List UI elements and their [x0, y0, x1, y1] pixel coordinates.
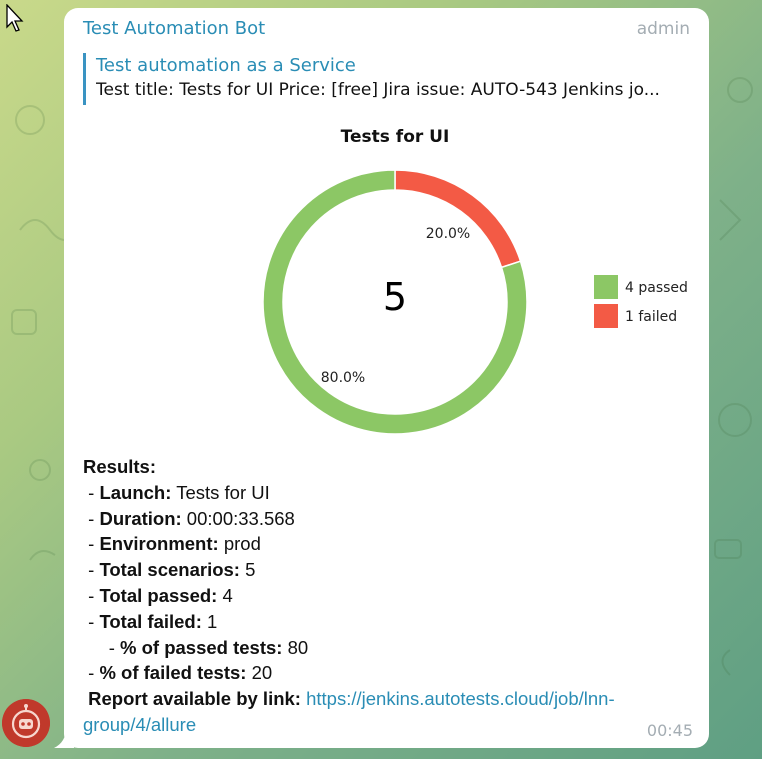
results-total-scenarios: - Total scenarios: 5 — [83, 559, 256, 581]
sender-name[interactable]: Test Automation Bot — [83, 18, 265, 39]
slice-percent-label: 20.0% — [426, 226, 470, 242]
results-pct-passed: - % of passed tests: 80 — [83, 636, 309, 658]
report-link[interactable]: https://jenkins.autotests.cloud/job/lnn- — [306, 688, 615, 709]
results-text: Results: - Launch: Tests for UI - Durati… — [83, 454, 683, 738]
slice-percent-label: 80.0% — [321, 370, 365, 386]
chart-title: Tests for UI — [341, 127, 450, 147]
donut-slice-failed — [394, 169, 522, 269]
donut-chart-image[interactable]: Tests for UI 5 20.0% 80.0% 4 passed 1 fail… — [184, 120, 704, 442]
message-timestamp: 00:45 — [646, 721, 693, 740]
mouse-cursor-icon — [6, 4, 24, 32]
results-total-failed: - Total failed: 1 — [83, 610, 218, 632]
legend-swatch — [594, 304, 618, 328]
results-launch: - Launch: Tests for UI — [83, 481, 270, 503]
reply-preview[interactable]: Test automation as a Service Test title:… — [83, 53, 688, 105]
results-heading: Results: — [83, 456, 156, 477]
chart-center-label: 5 — [383, 275, 407, 319]
legend-label: 4 passed — [625, 280, 688, 296]
report-link-continued[interactable]: group/4/allure — [83, 714, 196, 735]
results-duration: - Duration: 00:00:33.568 — [83, 507, 295, 529]
results-pct-failed: - % of failed tests: 20 — [83, 662, 273, 684]
bot-avatar[interactable] — [2, 699, 50, 747]
robot-icon — [2, 699, 50, 747]
results-environment: - Environment: prod — [83, 533, 261, 555]
sender-role-badge: admin — [636, 19, 690, 39]
legend-swatch — [594, 275, 618, 299]
reply-title: Test automation as a Service — [96, 55, 356, 76]
legend-label: 1 failed — [625, 309, 677, 325]
message-bubble[interactable]: Test Automation Bot admin Test automatio… — [64, 8, 709, 748]
reply-text: Test title: Tests for UI Price: [free] J… — [96, 80, 660, 100]
results-report: Report available by link: https://jenkin… — [88, 688, 615, 710]
results-total-passed: - Total passed: 4 — [83, 584, 233, 606]
